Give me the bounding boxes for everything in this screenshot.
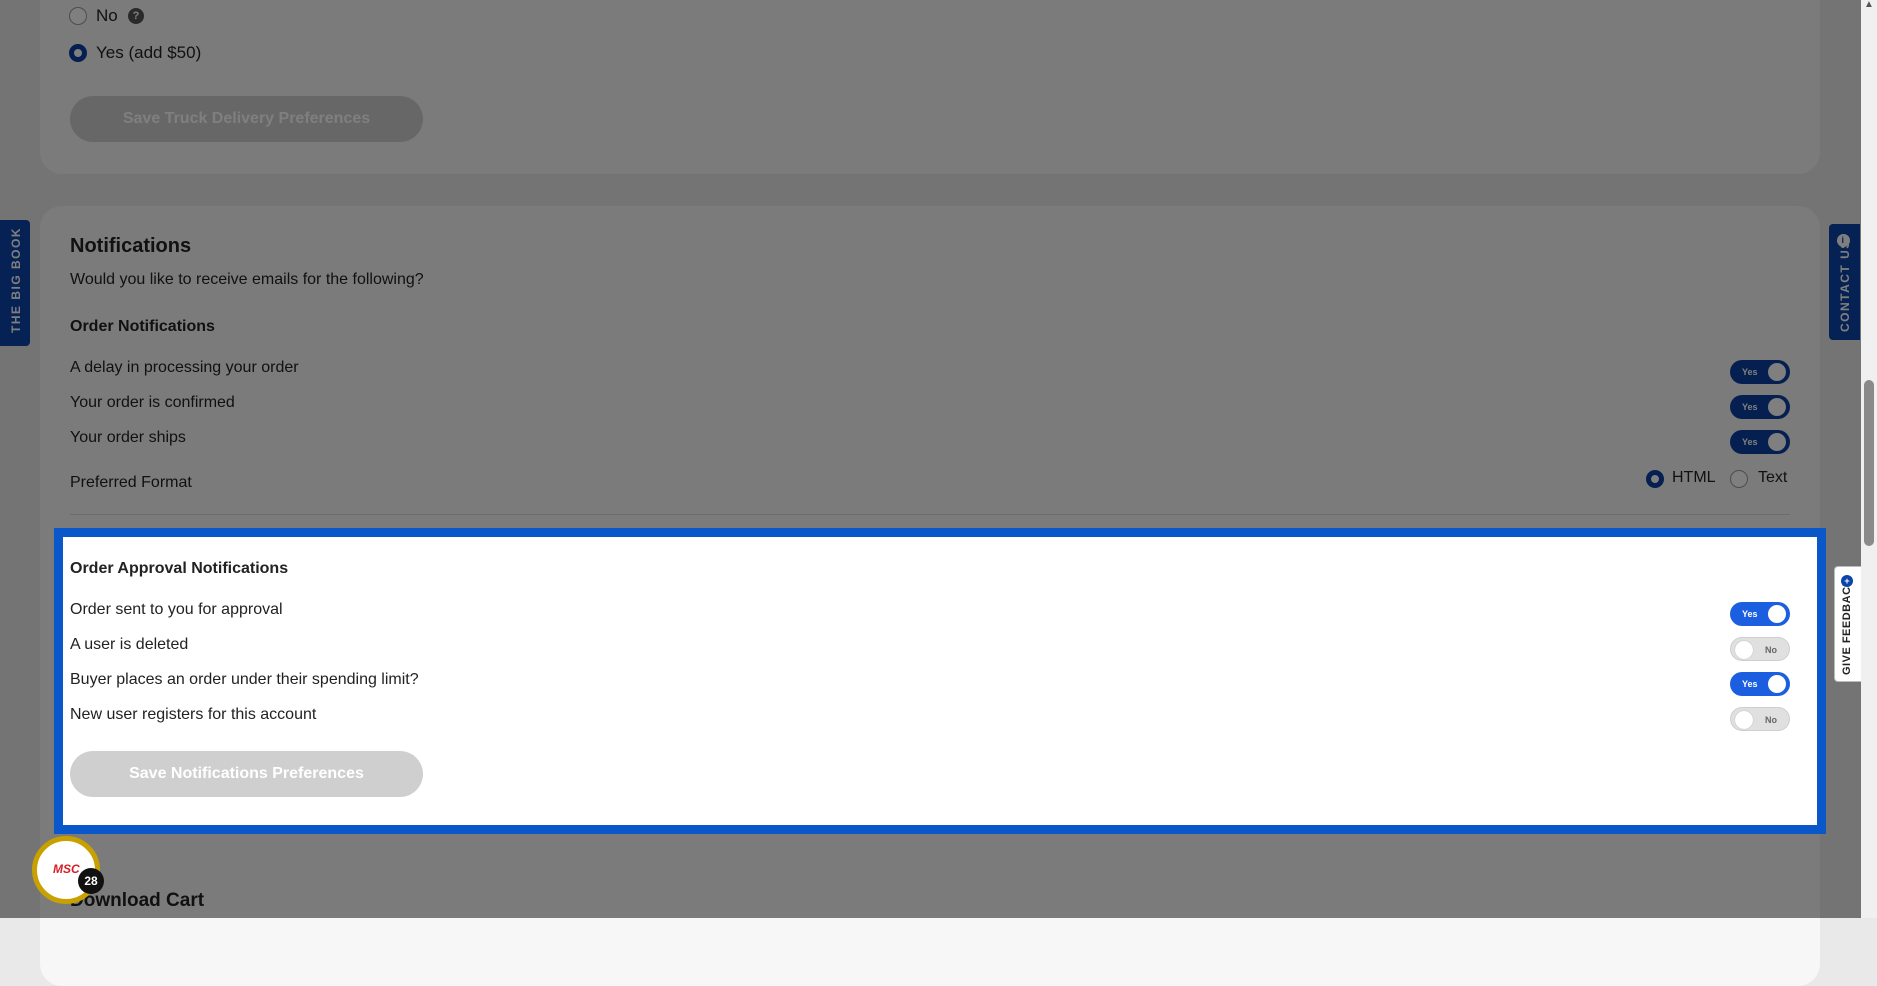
new-user-toggle[interactable]: No xyxy=(1730,707,1790,731)
page-scrollbar[interactable]: ▲ xyxy=(1861,0,1877,918)
section-divider xyxy=(70,514,1790,515)
contact-us-tab[interactable]: CONTACT US i xyxy=(1829,224,1860,340)
approval-sent-label: Order sent to you for approval xyxy=(70,601,283,618)
new-user-label: New user registers for this account xyxy=(70,706,317,723)
format-html-label: HTML xyxy=(1672,469,1716,486)
notifications-title: Notifications xyxy=(70,235,192,257)
msc-logo: MSC xyxy=(53,862,80,876)
order-delay-label: A delay in processing your order xyxy=(70,359,299,376)
order-ships-label: Your order ships xyxy=(70,429,186,446)
user-deleted-toggle[interactable]: No xyxy=(1730,637,1790,661)
truck-no-radio[interactable] xyxy=(69,7,87,25)
save-truck-delivery-button[interactable]: Save Truck Delivery Preferences xyxy=(70,96,423,142)
big-book-tab[interactable]: THE BIG BOOK xyxy=(0,220,30,346)
scroll-up-arrow-icon[interactable]: ▲ xyxy=(1864,0,1874,10)
order-approval-heading: Order Approval Notifications xyxy=(70,560,289,577)
format-text-label: Text xyxy=(1758,469,1788,486)
truck-yes-label: Yes (add $50) xyxy=(96,43,202,62)
order-ships-toggle[interactable]: Yes xyxy=(1730,430,1790,454)
spending-limit-toggle[interactable]: Yes xyxy=(1730,672,1790,696)
info-icon: i xyxy=(1837,234,1850,247)
truck-yes-radio[interactable] xyxy=(69,44,87,62)
download-cart-card xyxy=(40,858,1820,978)
give-feedback-tab[interactable]: GIVE FEEDBACK + xyxy=(1834,566,1861,682)
user-deleted-label: A user is deleted xyxy=(70,636,189,653)
order-approval-panel: Order Approval Notifications Order sent … xyxy=(54,528,1826,834)
plus-icon: + xyxy=(1841,575,1853,587)
preferred-format-label: Preferred Format xyxy=(70,474,192,491)
format-html-radio[interactable] xyxy=(1646,470,1664,488)
truck-no-label: No xyxy=(96,6,118,25)
order-confirmed-toggle[interactable]: Yes xyxy=(1730,395,1790,419)
approval-sent-toggle[interactable]: Yes xyxy=(1730,602,1790,626)
spending-limit-label: Buyer places an order under their spendi… xyxy=(70,671,419,688)
scrollbar-thumb[interactable] xyxy=(1864,380,1874,546)
help-icon[interactable]: ? xyxy=(128,8,144,24)
notifications-subtitle: Would you like to receive emails for the… xyxy=(70,271,424,288)
format-text-radio[interactable] xyxy=(1730,470,1748,488)
order-delay-toggle[interactable]: Yes xyxy=(1730,360,1790,384)
order-confirmed-label: Your order is confirmed xyxy=(70,394,235,411)
save-notifications-button[interactable]: Save Notifications Preferences xyxy=(70,751,423,797)
truck-delivery-card xyxy=(40,0,1820,174)
notification-count-badge: 28 xyxy=(78,868,104,894)
order-notifications-heading: Order Notifications xyxy=(70,318,215,335)
